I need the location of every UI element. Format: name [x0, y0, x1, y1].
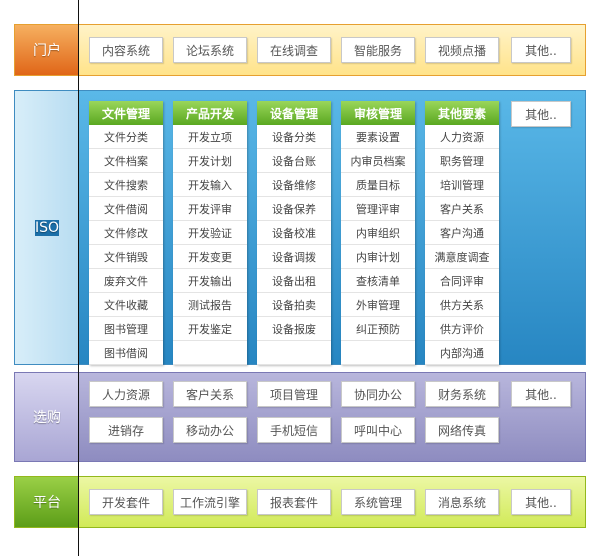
purchase-item-10[interactable]: 网络传真 [425, 417, 499, 443]
iso-column-item[interactable]: 测试报告 [173, 293, 247, 317]
iso-column-item[interactable]: 设备维修 [257, 173, 331, 197]
iso-label: ISO [15, 91, 79, 364]
iso-column-item[interactable]: 查核清单 [341, 269, 415, 293]
iso-column-item[interactable]: 设备分类 [257, 125, 331, 149]
iso-column-item [341, 341, 415, 365]
purchase-item-1[interactable]: 客户关系 [173, 381, 247, 407]
purchase-item-7[interactable]: 移动办公 [173, 417, 247, 443]
purchase-label: 选购 [15, 373, 79, 461]
iso-column-item[interactable]: 开发计划 [173, 149, 247, 173]
iso-column: 审核管理 要素设置 内审员档案 质量目标 管理评审 内审组织 内审计划 查核清单 外审管理 纠正预… [341, 101, 415, 365]
iso-column-item[interactable]: 开发评审 [173, 197, 247, 221]
iso-column-item[interactable]: 要素设置 [341, 125, 415, 149]
iso-column-item[interactable]: 内审员档案 [341, 149, 415, 173]
iso-column-item [257, 341, 331, 365]
iso-column-item[interactable]: 开发立项 [173, 125, 247, 149]
purchase-item-6[interactable]: 进销存 [89, 417, 163, 443]
iso-column-item[interactable]: 文件分类 [89, 125, 163, 149]
iso-column-item[interactable]: 内审组织 [341, 221, 415, 245]
purchase-item-8[interactable]: 手机短信 [257, 417, 331, 443]
iso-column-item[interactable]: 开发变更 [173, 245, 247, 269]
iso-column-item[interactable]: 设备校准 [257, 221, 331, 245]
iso-column-item[interactable]: 质量目标 [341, 173, 415, 197]
iso-column-item[interactable]: 客户关系 [425, 197, 499, 221]
portal-item-0[interactable]: 内容系统 [89, 37, 163, 63]
iso-column-item[interactable]: 合同评审 [425, 269, 499, 293]
platform-item-0[interactable]: 开发套件 [89, 489, 163, 515]
portal-label: 门户 [15, 25, 79, 75]
iso-column: 设备管理 设备分类 设备台账 设备维修 设备保养 设备校准 设备调拨 设备出租 设备拍卖 设备报废 [257, 101, 331, 365]
iso-column-item[interactable]: 职务管理 [425, 149, 499, 173]
platform-item-3[interactable]: 系统管理 [341, 489, 415, 515]
iso-column: 产品开发 开发立项 开发计划 开发输入 开发评审 开发验证 开发变更 开发输出 测试报告 开发鉴定 [173, 101, 247, 365]
iso-column-item[interactable]: 设备报废 [257, 317, 331, 341]
purchase-item-3[interactable]: 协同办公 [341, 381, 415, 407]
iso-column-title[interactable]: 审核管理 [341, 101, 415, 125]
iso-column-item[interactable]: 人力资源 [425, 125, 499, 149]
iso-column-title[interactable]: 其他要素 [425, 101, 499, 125]
portal-item-2[interactable]: 在线调查 [257, 37, 331, 63]
platform-item-5[interactable]: 其他.. [511, 489, 571, 515]
iso-column: 其他要素 人力资源 职务管理 培训管理 客户关系 客户沟通 满意度调查 合同评审 供方关系 供方评… [425, 101, 499, 365]
purchase-item-2[interactable]: 项目管理 [257, 381, 331, 407]
purchase-band: 选购 人力资源 客户关系 项目管理 协同办公 财务系统 其他.. 进销存 移动办… [14, 372, 586, 462]
iso-column-item[interactable]: 供方关系 [425, 293, 499, 317]
portal-item-3[interactable]: 智能服务 [341, 37, 415, 63]
iso-column-item[interactable]: 设备出租 [257, 269, 331, 293]
iso-column-item[interactable]: 管理评审 [341, 197, 415, 221]
divider-line [78, 0, 79, 556]
iso-column-item[interactable]: 开发鉴定 [173, 317, 247, 341]
iso-column-item[interactable]: 客户沟通 [425, 221, 499, 245]
iso-label-text: ISO [34, 219, 60, 236]
iso-band: ISO 其他.. 文件管理 文件分类 文件档案 文件搜索 文件借阅 文件修改 文件销毁 废弃文… [14, 90, 586, 365]
iso-column-item[interactable]: 设备调拨 [257, 245, 331, 269]
platform-band: 平台 开发套件 工作流引擎 报表套件 系统管理 消息系统 其他.. [14, 476, 586, 528]
iso-column-item[interactable]: 内部沟通 [425, 341, 499, 365]
iso-column-item[interactable]: 开发验证 [173, 221, 247, 245]
iso-column-item[interactable]: 文件搜索 [89, 173, 163, 197]
iso-column-item[interactable]: 设备拍卖 [257, 293, 331, 317]
iso-column-item[interactable]: 设备台账 [257, 149, 331, 173]
portal-item-1[interactable]: 论坛系统 [173, 37, 247, 63]
purchase-item-0[interactable]: 人力资源 [89, 381, 163, 407]
iso-column-item[interactable]: 废弃文件 [89, 269, 163, 293]
iso-column-item[interactable]: 图书管理 [89, 317, 163, 341]
platform-item-1[interactable]: 工作流引擎 [173, 489, 247, 515]
purchase-item-5[interactable]: 其他.. [511, 381, 571, 407]
purchase-item-4[interactable]: 财务系统 [425, 381, 499, 407]
platform-item-2[interactable]: 报表套件 [257, 489, 331, 515]
iso-column-item[interactable]: 开发输入 [173, 173, 247, 197]
portal-item-5[interactable]: 其他.. [511, 37, 571, 63]
iso-column-item[interactable]: 开发输出 [173, 269, 247, 293]
iso-column-item[interactable]: 供方评价 [425, 317, 499, 341]
iso-column-item[interactable]: 文件档案 [89, 149, 163, 173]
iso-column-item[interactable]: 文件销毁 [89, 245, 163, 269]
iso-column-item[interactable]: 满意度调查 [425, 245, 499, 269]
iso-other-button[interactable]: 其他.. [511, 101, 571, 127]
iso-column-item[interactable]: 纠正预防 [341, 317, 415, 341]
platform-label: 平台 [15, 477, 79, 527]
iso-column-item[interactable]: 图书借阅 [89, 341, 163, 365]
iso-column-item[interactable]: 培训管理 [425, 173, 499, 197]
platform-item-4[interactable]: 消息系统 [425, 489, 499, 515]
iso-column-item[interactable]: 文件借阅 [89, 197, 163, 221]
purchase-item-9[interactable]: 呼叫中心 [341, 417, 415, 443]
portal-band: 门户 内容系统 论坛系统 在线调查 智能服务 视频点播 其他.. [14, 24, 586, 76]
iso-column-title[interactable]: 设备管理 [257, 101, 331, 125]
iso-column-title[interactable]: 产品开发 [173, 101, 247, 125]
iso-column-item[interactable]: 外审管理 [341, 293, 415, 317]
iso-column: 文件管理 文件分类 文件档案 文件搜索 文件借阅 文件修改 文件销毁 废弃文件 文件收藏 图书管理… [89, 101, 163, 365]
iso-column-title[interactable]: 文件管理 [89, 101, 163, 125]
iso-column-item[interactable]: 文件收藏 [89, 293, 163, 317]
portal-item-4[interactable]: 视频点播 [425, 37, 499, 63]
iso-column-item[interactable]: 内审计划 [341, 245, 415, 269]
iso-column-item[interactable]: 设备保养 [257, 197, 331, 221]
iso-column-item[interactable]: 文件修改 [89, 221, 163, 245]
iso-column-item [173, 341, 247, 365]
